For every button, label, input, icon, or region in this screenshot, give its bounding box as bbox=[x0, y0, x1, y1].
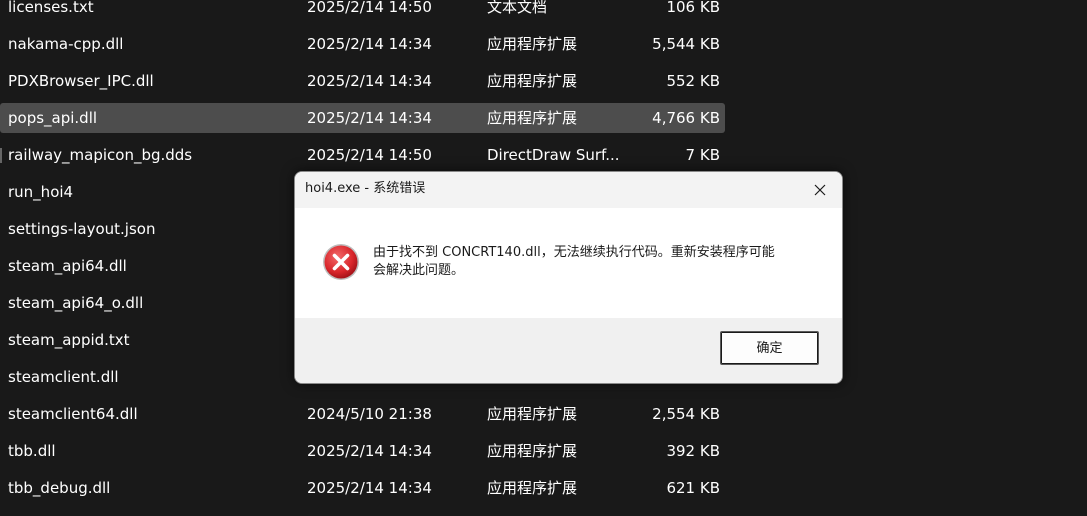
file-size: 7 KB bbox=[685, 146, 720, 164]
file-icon bbox=[0, 148, 2, 163]
file-type: 应用程序扩展 bbox=[487, 442, 578, 460]
file-row[interactable]: pops_api.dll 2025/2/14 14:34 应用程序扩展 4,766 K… bbox=[0, 100, 1087, 137]
file-date: 2025/2/14 14:50 bbox=[307, 146, 432, 164]
file-date: 2024/5/10 21:38 bbox=[307, 405, 432, 423]
file-row[interactable]: tbb_debug.dll 2025/2/14 14:34 应用程序扩展 621 KB bbox=[0, 470, 1087, 507]
file-name: tbb_debug.dll bbox=[8, 479, 111, 497]
file-size: 552 KB bbox=[666, 72, 720, 90]
file-date: 2025/2/14 14:34 bbox=[307, 35, 432, 53]
file-date: 2025/2/14 14:34 bbox=[307, 479, 432, 497]
system-error-dialog: hoi4.exe - 系统错误 由于找不到 CONCRT140.dll，无法继续… bbox=[294, 171, 843, 384]
file-name: railway_mapicon_bg.dds bbox=[8, 146, 193, 164]
file-name: steamclient64.dll bbox=[8, 405, 138, 423]
close-icon bbox=[814, 184, 826, 196]
file-name: steam_appid.txt bbox=[8, 331, 130, 349]
file-name: steamclient.dll bbox=[8, 368, 119, 386]
file-row[interactable]: licenses.txt 2025/2/14 14:50 文本文档 106 KB bbox=[0, 0, 1087, 26]
file-type: 应用程序扩展 bbox=[487, 405, 578, 423]
error-icon bbox=[323, 244, 359, 280]
file-type: 文本文档 bbox=[487, 0, 548, 16]
file-name: settings-layout.json bbox=[8, 220, 156, 238]
file-date: 2025/2/14 14:34 bbox=[307, 442, 432, 460]
file-name: tbb.dll bbox=[8, 442, 56, 460]
file-date: 2025/2/14 14:50 bbox=[307, 0, 432, 16]
file-name: nakama-cpp.dll bbox=[8, 35, 124, 53]
close-button[interactable] bbox=[798, 172, 842, 208]
dialog-title: hoi4.exe - 系统错误 bbox=[305, 181, 426, 196]
file-name: run_hoi4 bbox=[8, 183, 74, 201]
file-size: 2,554 KB bbox=[652, 405, 720, 423]
file-row[interactable]: steamclient64.dll 2024/5/10 21:38 应用程序扩展 2,… bbox=[0, 396, 1087, 433]
file-type: 应用程序扩展 bbox=[487, 72, 578, 90]
file-date: 2025/2/14 14:34 bbox=[307, 72, 432, 90]
file-row[interactable]: nakama-cpp.dll 2025/2/14 14:34 应用程序扩展 5,544… bbox=[0, 26, 1087, 63]
file-name: steam_api64.dll bbox=[8, 257, 127, 275]
file-size: 621 KB bbox=[666, 479, 720, 497]
file-date: 2025/2/14 14:34 bbox=[307, 109, 432, 127]
file-type: DirectDraw Surf... bbox=[487, 146, 620, 164]
error-message-line: 会解决此问题。 bbox=[373, 263, 465, 278]
error-message: 由于找不到 CONCRT140.dll，无法继续执行代码。重新安装程序可能 会解… bbox=[373, 244, 813, 280]
error-message-line: 由于找不到 CONCRT140.dll，无法继续执行代码。重新安装程序可能 bbox=[373, 245, 775, 260]
file-size: 392 KB bbox=[666, 442, 720, 460]
dialog-titlebar[interactable]: hoi4.exe - 系统错误 bbox=[295, 172, 842, 208]
file-name: steam_api64_o.dll bbox=[8, 294, 144, 312]
file-type: 应用程序扩展 bbox=[487, 479, 578, 497]
file-row[interactable]: railway_mapicon_bg.dds 2025/2/14 14:50 Dir… bbox=[0, 137, 1087, 174]
file-name: pops_api.dll bbox=[8, 109, 98, 127]
file-size: 5,544 KB bbox=[652, 35, 720, 53]
ok-button[interactable]: 确定 bbox=[720, 331, 819, 365]
file-type: 应用程序扩展 bbox=[487, 35, 578, 53]
dialog-footer: 确定 bbox=[295, 318, 842, 383]
dialog-content: 由于找不到 CONCRT140.dll，无法继续执行代码。重新安装程序可能 会解… bbox=[295, 208, 842, 318]
file-name: licenses.txt bbox=[8, 0, 94, 16]
file-row[interactable]: tbb.dll 2025/2/14 14:34 应用程序扩展 392 KB bbox=[0, 433, 1087, 470]
file-row[interactable]: PDXBrowser_IPC.dll 2025/2/14 14:34 应用程序扩展 5… bbox=[0, 63, 1087, 100]
file-type: 应用程序扩展 bbox=[487, 109, 578, 127]
file-size: 4,766 KB bbox=[652, 109, 720, 127]
file-size: 106 KB bbox=[666, 0, 720, 16]
file-name: PDXBrowser_IPC.dll bbox=[8, 72, 154, 90]
